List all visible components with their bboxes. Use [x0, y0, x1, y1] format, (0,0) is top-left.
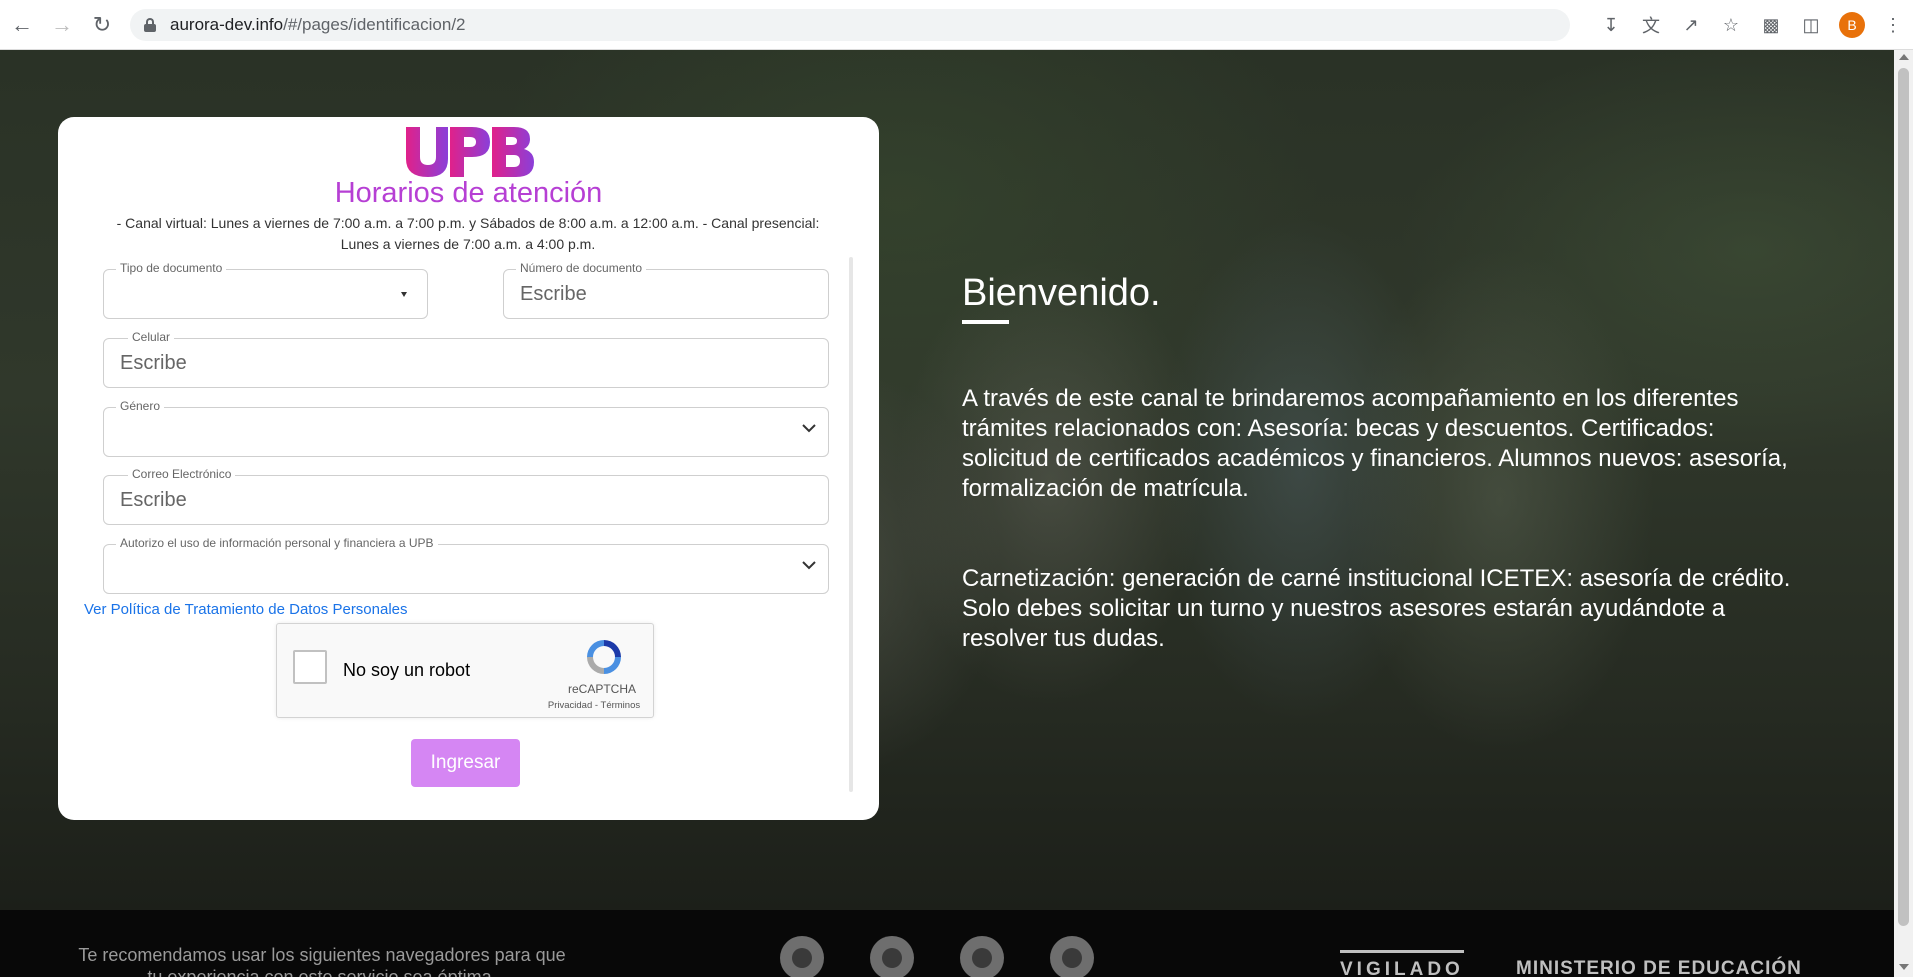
doc-type-select[interactable]: Tipo de documento: [103, 261, 428, 319]
recaptcha-brand: reCAPTCHA: [567, 682, 636, 696]
phone-input[interactable]: Celular Escribe: [103, 330, 829, 388]
email-label: Correo Electrónico: [128, 467, 236, 481]
browser-toolbar: ← → ↻ aurora-dev.info/#/pages/identifica…: [0, 0, 1913, 50]
menu-icon[interactable]: ⋮: [1873, 5, 1913, 45]
chevron-down-icon: [802, 560, 820, 578]
lock-icon[interactable]: [144, 18, 156, 32]
address-bar[interactable]: aurora-dev.info/#/pages/identificacion/2: [130, 9, 1570, 41]
footer: Te recomendamos usar los siguientes nave…: [0, 910, 1894, 977]
submit-button[interactable]: Ingresar: [411, 739, 520, 787]
recaptcha-terms[interactable]: Privacidad - Términos: [539, 700, 649, 711]
forward-icon[interactable]: →: [42, 5, 82, 45]
welcome-paragraph-2: Carnetización: generación de carné insti…: [962, 565, 1791, 652]
scroll-thumb[interactable]: [1898, 68, 1909, 926]
back-icon[interactable]: ←: [2, 5, 42, 45]
url-text[interactable]: aurora-dev.info/#/pages/identificacion/2: [170, 15, 466, 35]
doc-number-label: Número de documento: [516, 261, 647, 275]
vigilado-label: VIGILADO: [1340, 950, 1464, 977]
bookmark-star-icon[interactable]: ☆: [1711, 5, 1751, 45]
scroll-down-icon[interactable]: [1899, 964, 1909, 970]
welcome-heading: Bienvenido.: [962, 272, 1161, 314]
scroll-up-icon[interactable]: [1899, 54, 1909, 60]
reload-icon[interactable]: ↻: [82, 5, 122, 45]
browser-recommendation: Te recomendamos usar los siguientes nave…: [78, 945, 566, 977]
side-panel-icon[interactable]: ◫: [1791, 5, 1831, 45]
chrome-icon[interactable]: [870, 936, 914, 977]
email-placeholder: Escribe: [120, 489, 187, 511]
caret-down-icon: [401, 292, 407, 297]
ministerio-label: MINISTERIO DE EDUCACIÓN: [1516, 958, 1802, 977]
doc-type-label: Tipo de documento: [116, 261, 227, 275]
install-icon[interactable]: ↧: [1591, 5, 1631, 45]
consent-label: Autorizo el uso de información personal …: [116, 536, 438, 550]
email-input[interactable]: Correo Electrónico Escribe: [103, 467, 829, 525]
recaptcha-label: No soy un robot: [343, 660, 471, 680]
recaptcha-widget: No soy un robot reCAPTCHA Privacidad - T…: [276, 623, 654, 718]
hero-background: Bienvenido. A través de este canal te br…: [0, 50, 1894, 910]
upb-logo: [406, 127, 534, 177]
recaptcha-icon: [587, 640, 621, 674]
card-scrollbar[interactable]: [849, 257, 853, 792]
chevron-down-icon: [802, 423, 820, 441]
firefox-icon[interactable]: [960, 936, 1004, 977]
doc-number-placeholder: Escribe: [520, 283, 587, 305]
heading-underline: [962, 320, 1009, 324]
recaptcha-checkbox[interactable]: [293, 650, 327, 684]
gender-select[interactable]: Género: [103, 399, 829, 457]
extensions-icon[interactable]: ▩: [1751, 5, 1791, 45]
phone-placeholder: Escribe: [120, 352, 187, 374]
browser-icon-list: [780, 936, 1094, 977]
translate-icon[interactable]: 文: [1631, 5, 1671, 45]
profile-avatar[interactable]: B: [1839, 12, 1865, 38]
hours-text: - Canal virtual: Lunes a viernes de 7:00…: [116, 215, 820, 252]
gender-label: Género: [116, 399, 165, 413]
welcome-paragraph-1: A través de este canal te brindaremos ac…: [962, 385, 1788, 502]
consent-select[interactable]: Autorizo el uso de información personal …: [103, 536, 829, 594]
privacy-policy-link[interactable]: Ver Política de Tratamiento de Datos Per…: [84, 601, 408, 618]
page-title: Horarios de atención: [334, 177, 603, 209]
page-scrollbar[interactable]: [1894, 50, 1913, 977]
share-icon[interactable]: ↗: [1671, 5, 1711, 45]
doc-number-input[interactable]: Número de documento Escribe: [503, 261, 829, 319]
edge-icon[interactable]: [780, 936, 824, 977]
phone-label: Celular: [128, 330, 175, 344]
identification-card: Horarios de atención - Canal virtual: Lu…: [58, 117, 879, 820]
safari-icon[interactable]: [1050, 936, 1094, 977]
